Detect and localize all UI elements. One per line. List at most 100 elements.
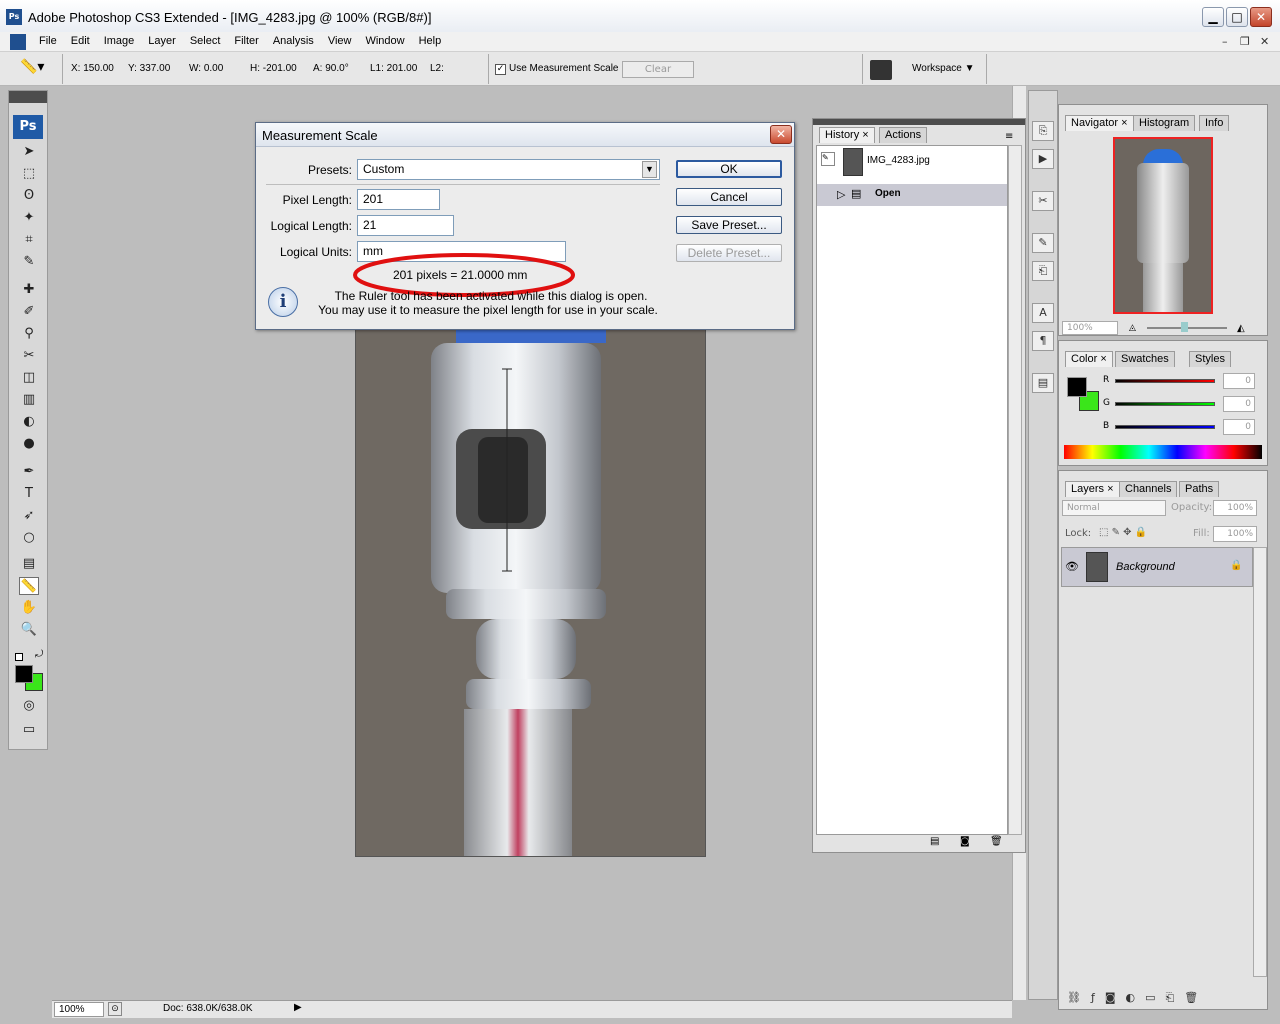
maximize-button[interactable]: □ <box>1226 7 1248 27</box>
foreground-color-swatch[interactable] <box>15 665 33 683</box>
history-scrollbar[interactable] <box>1008 145 1022 835</box>
clone-stamp-tool-icon[interactable]: ⚲ <box>19 325 39 343</box>
dodge-tool-icon[interactable]: ● <box>19 435 39 453</box>
g-value-input[interactable]: 0 <box>1223 396 1255 412</box>
save-preset-button[interactable]: Save Preset... <box>676 216 782 234</box>
r-slider[interactable] <box>1115 379 1215 383</box>
swap-colors-icon[interactable]: ⤾ <box>35 649 43 660</box>
hand-tool-icon[interactable]: ✋ <box>19 599 39 617</box>
cancel-button[interactable]: Cancel <box>676 188 782 206</box>
snapshot-name[interactable]: IMG_4283.jpg <box>867 155 930 166</box>
foreground-color-swatch[interactable] <box>1067 377 1087 397</box>
pixel-length-input[interactable]: 201 <box>357 189 440 210</box>
new-document-from-state-icon[interactable]: ▤ <box>930 836 939 847</box>
history-panel-header[interactable] <box>813 119 1025 125</box>
dialog-close-button[interactable]: ✕ <box>770 125 792 144</box>
paragraph-panel-icon[interactable]: ¶ <box>1032 331 1054 351</box>
blur-tool-icon[interactable]: ◐ <box>19 413 39 431</box>
logical-length-input[interactable]: 21 <box>357 215 454 236</box>
fill-input[interactable]: 100% <box>1213 526 1257 542</box>
ruler-tool-icon[interactable]: 📏 <box>19 577 39 595</box>
history-panel-icon[interactable]: ⎘ <box>1032 121 1054 141</box>
lasso-tool-icon[interactable]: ʘ <box>19 187 39 205</box>
tab-styles[interactable]: Styles <box>1189 351 1231 367</box>
eraser-tool-icon[interactable]: ◫ <box>19 369 39 387</box>
layer-name[interactable]: Background <box>1116 561 1175 573</box>
tab-color[interactable]: Color × <box>1065 351 1113 367</box>
workspace-menu[interactable]: Workspace ▼ <box>912 63 975 74</box>
zoom-out-icon[interactable]: ◬ <box>1129 323 1136 333</box>
trash-icon[interactable]: 🗑 <box>990 836 1003 847</box>
clear-button[interactable]: Clear <box>622 61 694 78</box>
menu-help[interactable]: Help <box>412 35 449 47</box>
document-image[interactable] <box>355 328 706 857</box>
default-colors-icon[interactable] <box>15 653 23 661</box>
menu-window[interactable]: Window <box>358 35 411 47</box>
tools-panel-header[interactable] <box>9 91 47 103</box>
snapshot-thumbnail[interactable] <box>843 148 863 176</box>
ruler-tool-preset-icon[interactable]: 📏▾ <box>20 59 56 79</box>
zoom-slider-handle[interactable] <box>1181 322 1188 332</box>
menu-image[interactable]: Image <box>97 35 142 47</box>
tab-layers[interactable]: Layers × <box>1065 481 1120 497</box>
doc-restore-button[interactable]: ❐ <box>1240 35 1250 48</box>
r-value-input[interactable]: 0 <box>1223 373 1255 389</box>
zoom-tool-icon[interactable]: 🔍 <box>19 621 39 639</box>
bridge-icon[interactable] <box>870 60 892 80</box>
opacity-input[interactable]: 100% <box>1213 500 1257 516</box>
notes-tool-icon[interactable]: ▤ <box>19 555 39 573</box>
blend-mode-select[interactable]: Normal <box>1062 500 1166 516</box>
magic-wand-tool-icon[interactable]: ✦ <box>19 209 39 227</box>
tab-actions[interactable]: Actions <box>879 127 928 143</box>
layer-row-background[interactable]: 👁 Background 🔒 <box>1061 547 1253 587</box>
zoom-in-icon[interactable]: ◭ <box>1237 323 1245 334</box>
b-slider[interactable] <box>1115 425 1215 429</box>
tab-swatches[interactable]: Swatches <box>1115 351 1175 367</box>
tab-channels[interactable]: Channels <box>1119 481 1178 497</box>
brush-tool-icon[interactable]: ✐ <box>19 303 39 321</box>
tab-histogram[interactable]: Histogram <box>1133 115 1196 131</box>
g-slider[interactable] <box>1115 402 1215 406</box>
character-panel-icon[interactable]: A <box>1032 303 1054 323</box>
pen-tool-icon[interactable]: ✒ <box>19 463 39 481</box>
doc-close-button[interactable]: ✕ <box>1260 35 1269 48</box>
color-ramp[interactable] <box>1064 445 1262 459</box>
crop-tool-icon[interactable]: ⌗ <box>19 231 39 249</box>
history-state-row[interactable]: ▷ ▤ Open <box>817 184 1007 206</box>
b-value-input[interactable]: 0 <box>1223 419 1255 435</box>
close-button[interactable]: ✕ <box>1250 7 1272 27</box>
snapshot-brush-icon[interactable]: ✎ <box>821 152 835 166</box>
chevron-down-icon[interactable]: ▼ <box>642 161 657 178</box>
layers-footer-icons[interactable]: ⛓ƒ◙◐▭⎗🗑 <box>1067 991 1208 1005</box>
clone-source-icon[interactable]: ⎗ <box>1032 261 1054 281</box>
layer-comps-icon[interactable]: ▤ <box>1032 373 1054 393</box>
menu-select[interactable]: Select <box>183 35 228 47</box>
history-state-marker-icon[interactable]: ▷ <box>837 188 845 201</box>
slice-tool-icon[interactable]: ✎ <box>19 253 39 271</box>
minimize-button[interactable]: ▁ <box>1202 7 1224 27</box>
use-measurement-scale-checkbox[interactable]: ✓ <box>495 64 506 75</box>
type-tool-icon[interactable]: T <box>19 485 39 503</box>
menu-view[interactable]: View <box>321 35 359 47</box>
navigator-preview[interactable] <box>1113 137 1213 314</box>
ok-button[interactable]: OK <box>676 160 782 178</box>
tab-navigator[interactable]: Navigator × <box>1065 115 1134 131</box>
dialog-title-bar[interactable]: Measurement Scale <box>256 123 794 147</box>
tab-info[interactable]: Info <box>1199 115 1230 131</box>
new-snapshot-icon[interactable]: ◙ <box>960 836 970 847</box>
shape-tool-icon[interactable]: ○ <box>19 529 39 547</box>
move-tool-icon[interactable]: ➤ <box>19 143 39 161</box>
navigator-zoom-field[interactable]: 100% <box>1062 321 1118 335</box>
history-brush-tool-icon[interactable]: ✂ <box>19 347 39 365</box>
tab-paths[interactable]: Paths <box>1179 481 1220 497</box>
zoom-level-field[interactable]: 100% <box>54 1002 104 1017</box>
menu-analysis[interactable]: Analysis <box>266 35 321 47</box>
layer-visibility-eye-icon[interactable]: 👁 <box>1065 560 1079 573</box>
healing-brush-tool-icon[interactable]: ✚ <box>19 281 39 299</box>
menu-filter[interactable]: Filter <box>227 35 265 47</box>
menu-file[interactable]: File <box>32 35 64 47</box>
menu-edit[interactable]: Edit <box>64 35 97 47</box>
path-selection-tool-icon[interactable]: ➶ <box>19 507 39 525</box>
tool-presets-icon[interactable]: ✂ <box>1032 191 1054 211</box>
tab-history[interactable]: History × <box>819 127 875 143</box>
